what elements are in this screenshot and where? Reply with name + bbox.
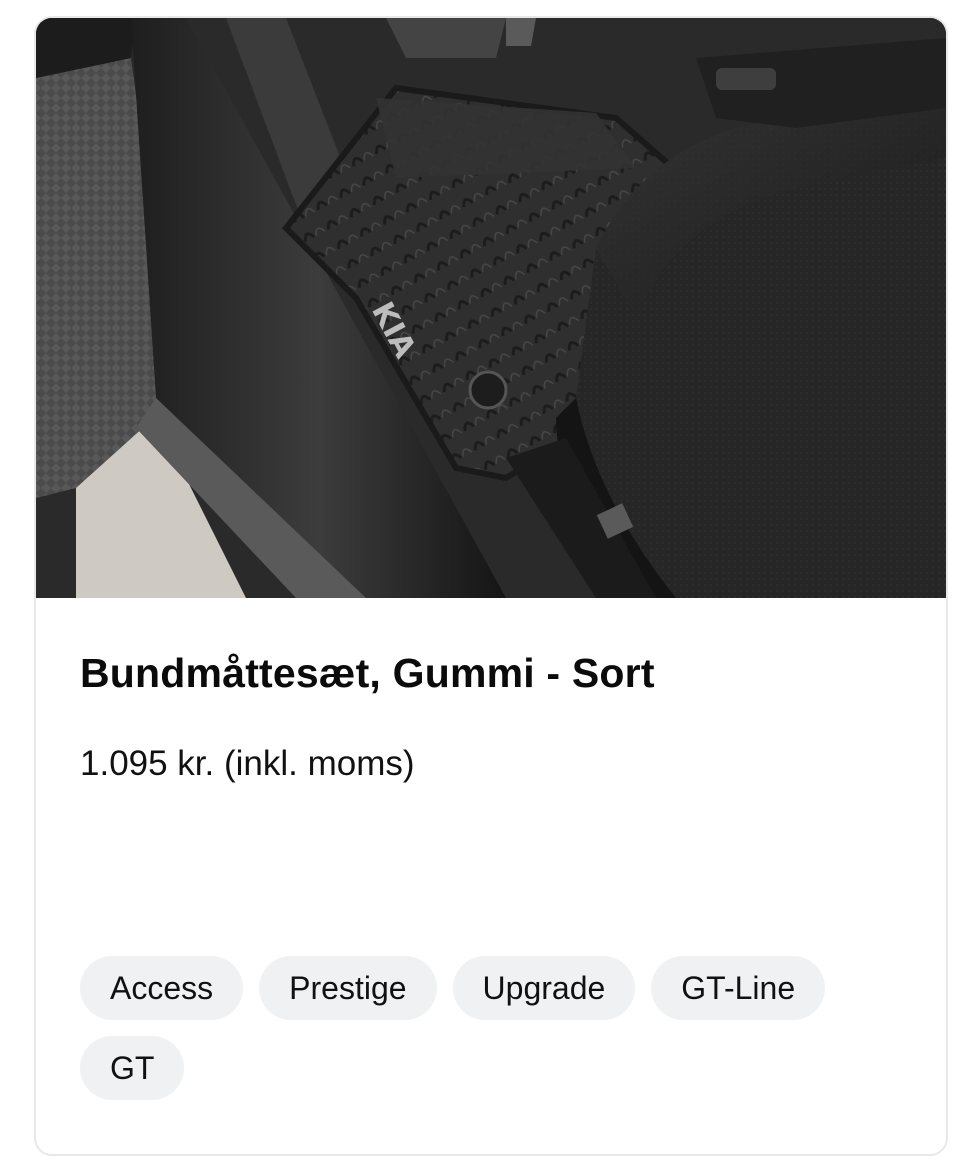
product-price: 1.095 kr. (inkl. moms) [80,744,415,783]
trim-tags: Access Prestige Upgrade GT-Line GT [80,956,900,1100]
trim-tag-prestige[interactable]: Prestige [259,956,437,1020]
trim-tag-access[interactable]: Access [80,956,244,1020]
product-card[interactable]: KIA Bundmåttesæt, Gummi - Sort 1.095 kr.… [34,16,948,1156]
product-title[interactable]: Bundmåttesæt, Gummi - Sort [80,650,655,697]
floor-mat-photo: KIA [36,18,946,598]
trim-tag-gt-line[interactable]: GT-Line [651,956,826,1020]
product-image[interactable]: KIA [36,18,946,598]
trim-tag-gt[interactable]: GT [80,1036,185,1100]
trim-tag-upgrade[interactable]: Upgrade [452,956,636,1020]
